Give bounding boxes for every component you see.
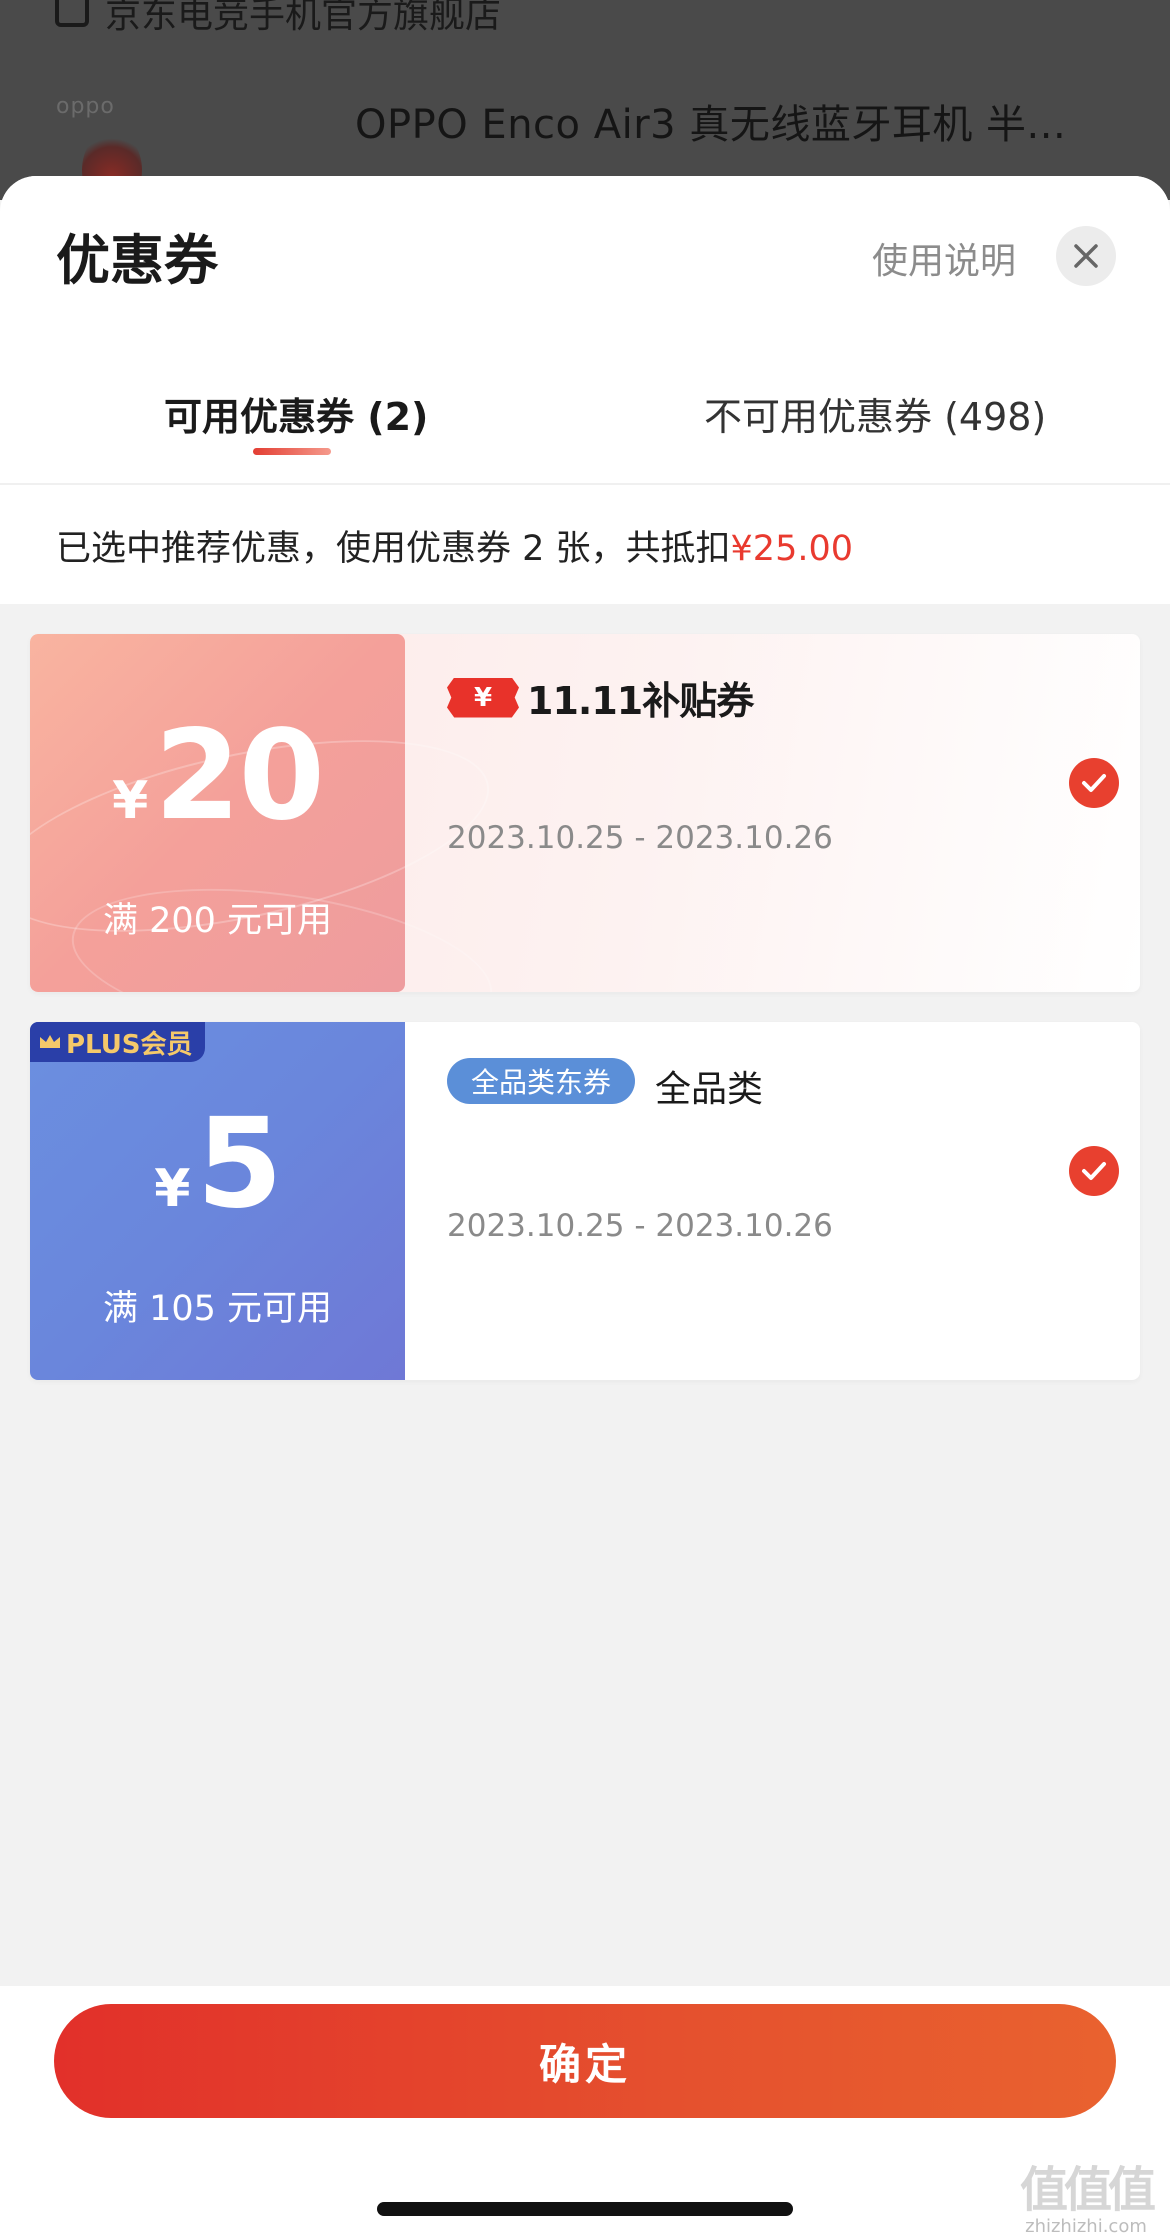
currency-symbol: ¥ (112, 771, 149, 831)
coupon-condition: 满 200 元可用 (102, 901, 333, 941)
yen-ticket-icon: ¥ (447, 677, 519, 718)
tab-available-coupons[interactable]: 可用优惠券 (2) (164, 386, 428, 441)
checkmark-icon (1082, 1162, 1106, 1180)
subsidy-coupon-label: 11.11补贴券 (527, 679, 754, 723)
coupon-validity-dates: 2023.10.25 - 2023.10.26 (447, 820, 833, 856)
coupon-card[interactable]: ¥ 20 满 200 元可用 ¥ 11.11补贴券 2023.10.25 - 2… (30, 634, 1140, 992)
checkmark-icon (1082, 774, 1106, 792)
tab-unavailable-coupons[interactable]: 不可用优惠券 (498) (704, 386, 1046, 441)
currency-symbol: ¥ (154, 1159, 191, 1219)
watermark-logo: 值值值 (1020, 2162, 1156, 2218)
coupon-value-panel: PLUS会员 ¥ 5 满 105 元可用 (30, 1022, 405, 1380)
sheet-title: 优惠券 (56, 229, 218, 292)
watermark-site: zhizhizhi.com (1025, 2216, 1147, 2236)
usage-instructions-link[interactable]: 使用说明 (872, 232, 1016, 284)
close-button[interactable] (1056, 226, 1116, 286)
tab-divider (0, 483, 1170, 485)
active-tab-indicator (253, 448, 331, 455)
product-title: OPPO Enco Air3 真无线蓝牙耳机 半... (355, 102, 1067, 148)
coupon-details: ¥ 11.11补贴券 2023.10.25 - 2023.10.26 (447, 634, 1067, 992)
close-icon (1074, 244, 1098, 268)
coupon-value: ¥ 5 (30, 1092, 405, 1236)
summary-text: 已选中推荐优惠，使用优惠券 2 张，共抵扣 (56, 529, 731, 569)
brand-logo: oppo (56, 94, 115, 119)
selection-summary: 已选中推荐优惠，使用优惠券 2 张，共抵扣¥25.00 (56, 520, 853, 571)
coupon-value: ¥ 20 (30, 704, 405, 848)
discount-amount: ¥25.00 (730, 529, 853, 569)
coupon-select-checkbox[interactable] (1069, 1146, 1119, 1196)
coupon-sheet: 优惠券 使用说明 可用优惠券 (2) 不可用优惠券 (498) 已选中推荐优惠，… (0, 176, 1170, 2236)
coupon-amount: 20 (154, 704, 325, 848)
coupon-category: 全品类 (655, 1069, 764, 1110)
coupon-amount: 5 (196, 1092, 282, 1236)
coupon-validity-dates: 2023.10.25 - 2023.10.26 (447, 1208, 833, 1244)
plus-member-label: PLUS会员 (66, 1029, 193, 1060)
subsidy-coupon-badge: ¥ 11.11补贴券 (447, 670, 754, 725)
coupon-details: 全品类东券 全品类 2023.10.25 - 2023.10.26 (447, 1022, 1067, 1380)
store-icon (55, 0, 89, 27)
home-indicator[interactable] (377, 2202, 793, 2216)
watermark: 值值值 zhizhizhi.com (1020, 2150, 1156, 2236)
bottom-action-bar: 确定 (0, 1986, 1170, 2236)
coupon-value-panel: ¥ 20 满 200 元可用 (30, 634, 405, 992)
background-page: 京东电竞手机官方旗舰店 oppo OPPO Enco Air3 真无线蓝牙耳机 … (0, 0, 1170, 200)
sheet-header: 优惠券 使用说明 可用优惠券 (2) 不可用优惠券 (498) 已选中推荐优惠，… (0, 176, 1170, 604)
store-header: 京东电竞手机官方旗舰店 (55, 0, 501, 38)
store-name: 京东电竞手机官方旗舰店 (105, 0, 502, 36)
crown-icon (40, 1035, 60, 1048)
plus-member-badge: PLUS会员 (30, 1022, 205, 1062)
coupon-condition: 满 105 元可用 (102, 1289, 333, 1329)
confirm-button[interactable]: 确定 (54, 2004, 1116, 2118)
coupon-select-checkbox[interactable] (1069, 758, 1119, 808)
category-coupon-badge: 全品类东券 (447, 1058, 636, 1104)
coupon-card[interactable]: PLUS会员 ¥ 5 满 105 元可用 全品类东券 全品类 2023.10.2… (30, 1022, 1140, 1380)
